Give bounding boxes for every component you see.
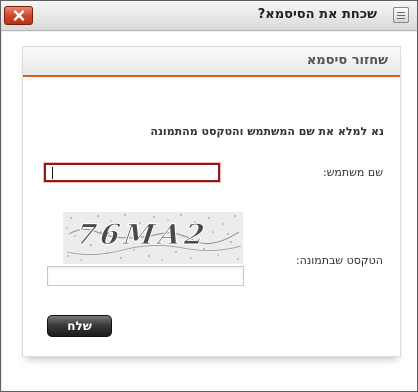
panel-header: שחזור סיסמא [23, 47, 400, 77]
username-input[interactable] [44, 163, 220, 182]
dialog-content: שחזור סיסמא נא למלא את שם המשתמש והטקסט … [2, 32, 417, 391]
send-button[interactable]: שלח [47, 315, 112, 337]
dialog-window: שכחת את הסיסמא? שחזור סיסמא נא למלא את ש… [0, 0, 418, 392]
captcha-text: 76MA2 [74, 218, 211, 252]
instruction-text: נא למלא את שם המשתמש והטקסט מהתמונה [150, 125, 384, 138]
window-icon [393, 7, 409, 23]
text-caret [52, 167, 53, 179]
recovery-panel: שחזור סיסמא נא למלא את שם המשתמש והטקסט … [22, 46, 401, 357]
title-bar: שכחת את הסיסמא? [1, 1, 417, 31]
panel-title: שחזור סיסמא [306, 53, 388, 68]
username-label: שם משתמש: [322, 166, 383, 179]
captcha-input[interactable] [47, 266, 244, 286]
captcha-image: 76MA2 [63, 212, 243, 264]
close-icon [13, 10, 24, 21]
window-title: שכחת את הסיסמא? [257, 7, 377, 22]
close-button[interactable] [4, 6, 33, 25]
captcha-label: הטקסט שבתמונה: [295, 254, 383, 267]
